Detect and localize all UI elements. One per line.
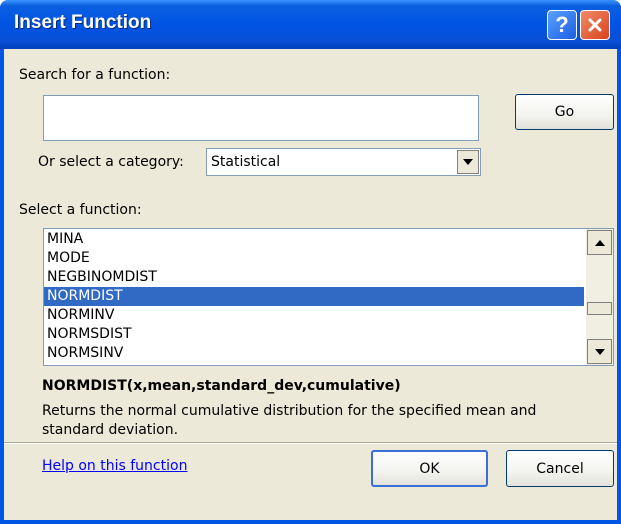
function-list-item[interactable]: NORMSDIST	[44, 325, 584, 344]
title-bar[interactable]: Insert Function ?	[0, 0, 621, 49]
scroll-down-button[interactable]	[587, 339, 612, 364]
category-dropdown-button[interactable]	[457, 150, 479, 174]
function-description: Returns the normal cumulative distributi…	[42, 403, 537, 438]
function-list-item[interactable]: NEGBINOMDIST	[44, 268, 584, 287]
category-selected-value: Statistical	[211, 154, 281, 170]
go-button[interactable]: Go	[515, 94, 614, 130]
category-label: Or select a category:	[38, 154, 184, 170]
ok-button[interactable]: OK	[371, 450, 488, 487]
close-icon	[588, 18, 602, 32]
function-list-scrollbar[interactable]	[586, 229, 613, 365]
dialog-title: Insert Function	[14, 12, 152, 33]
search-label: Search for a function:	[19, 67, 171, 83]
help-button[interactable]: ?	[547, 10, 577, 40]
insert-function-dialog: Insert Function ? Search for a function:…	[0, 0, 621, 524]
search-input[interactable]	[43, 95, 479, 141]
scroll-down-icon	[594, 348, 605, 355]
cancel-button[interactable]: Cancel	[506, 450, 614, 487]
help-icon: ?	[555, 12, 569, 37]
scroll-up-icon	[594, 239, 605, 246]
help-on-function-link[interactable]: Help on this function	[42, 458, 187, 474]
function-listbox[interactable]: MINA MODE NEGBINOMDIST NORMDIST NORMINV NORMS…	[43, 228, 614, 366]
function-list-item[interactable]: NORMINV	[44, 306, 584, 325]
function-list-item[interactable]: MODE	[44, 249, 584, 268]
footer-divider	[4, 442, 617, 444]
function-list-item[interactable]: NORMSINV	[44, 344, 584, 363]
function-list-label: Select a function:	[19, 202, 142, 218]
close-button[interactable]	[580, 10, 610, 40]
category-select[interactable]: Statistical	[206, 148, 481, 176]
scroll-up-button[interactable]	[587, 230, 612, 255]
function-list-item[interactable]: MINA	[44, 230, 584, 249]
function-list-item[interactable]: NORMDIST	[44, 287, 584, 306]
function-signature: NORMDIST(x,mean,standard_dev,cumulative)	[42, 378, 401, 394]
scrollbar-thumb[interactable]	[587, 302, 612, 315]
chevron-down-icon	[463, 159, 473, 165]
